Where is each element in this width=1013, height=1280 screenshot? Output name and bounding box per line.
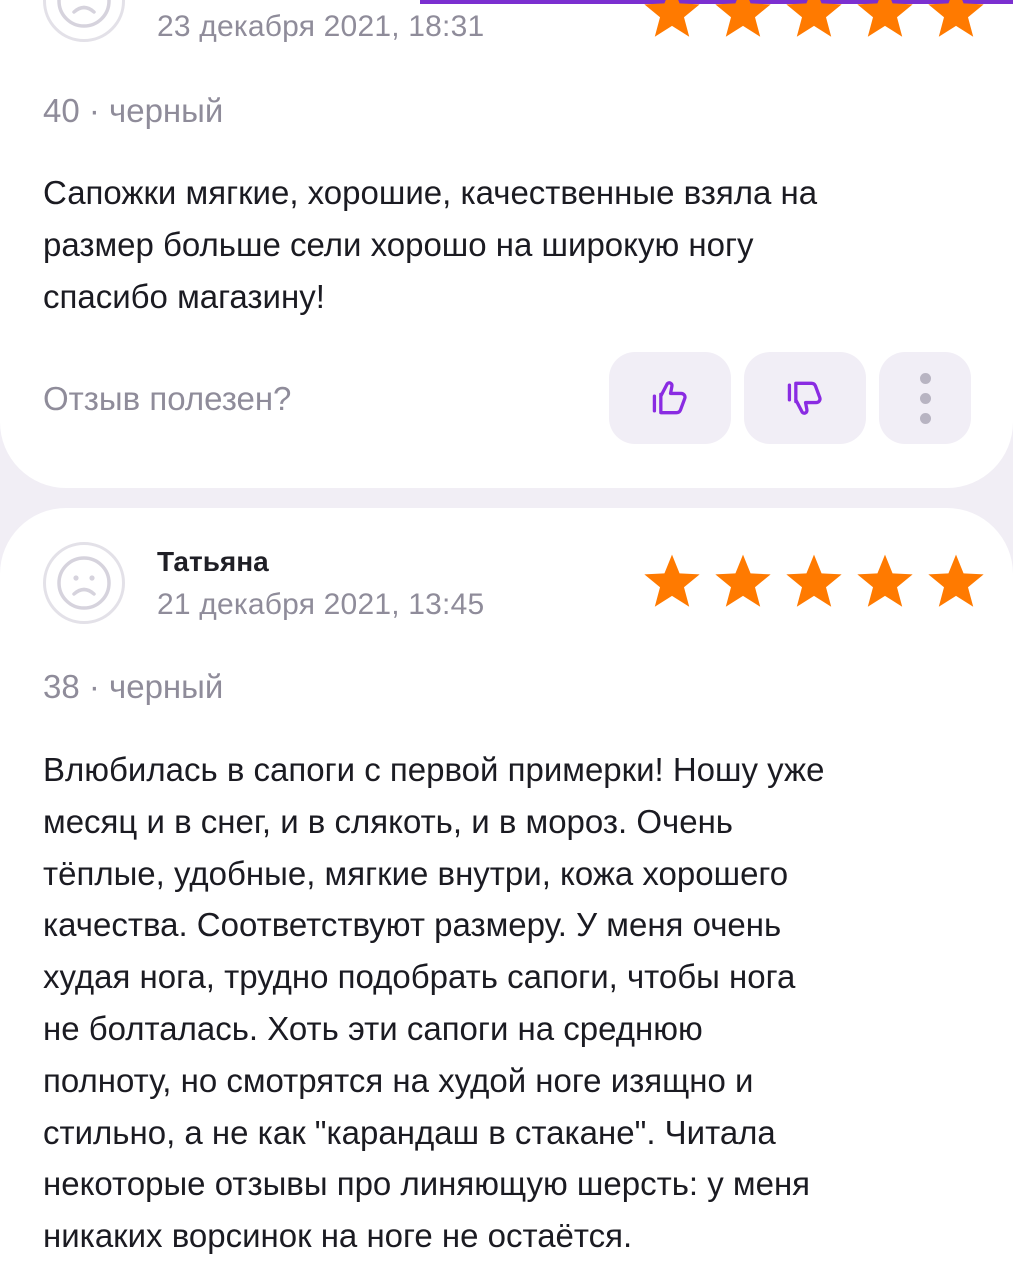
review-text-line: полноту, но смотрятся на худой ноге изящ… [43,1061,754,1099]
star-icon [715,0,771,37]
thumbs-down-icon [787,381,822,415]
rating-stars [640,552,988,612]
reviews-page: 23 декабря 2021, 18:31 40 · черный Сапож… [0,0,1013,1280]
review-text-line: некоторые отзывы про линяющую шерсть: у … [43,1165,811,1203]
review-variant: 40 · черный [43,92,224,129]
more-options-button[interactable] [879,352,971,444]
review-author: Татьяна [157,546,269,577]
sad-face-icon [43,0,125,42]
review-text-line: размер больше сели хорошо на широкую ног… [43,225,754,263]
review-card: Татьяна 21 декабря 2021, 13:45 38 · черн… [0,508,1013,1280]
thumbs-up-icon [652,381,687,415]
star-icon [857,554,913,607]
star-icon [857,0,913,37]
helpful-yes-button[interactable] [609,352,731,444]
review-text-line: Влюбилась в сапоги с первой примерки! Но… [43,751,825,788]
review-text-line: худая нога, трудно подобрать сапоги, что… [43,958,796,996]
more-vertical-icon [919,372,931,424]
star-icon [928,0,984,37]
helpful-question: Отзыв полезен? [43,380,292,417]
sad-face-icon [43,542,125,624]
star-icon [928,554,984,607]
star-icon [786,554,842,607]
review-card: 23 декабря 2021, 18:31 40 · черный Сапож… [0,0,1013,488]
review-date: 23 декабря 2021, 18:31 [157,10,485,43]
review-text-line: месяц и в снег, и в слякоть, и в мороз. … [43,802,733,840]
review-variant: 38 · черный [43,668,224,705]
review-text-line: никаких ворсинок на ноге не остаётся. [43,1217,633,1255]
review-date: 21 декабря 2021, 13:45 [157,588,485,621]
review-text-line: не болталась. Хоть эти сапоги на среднюю [43,1009,703,1047]
review-text-line: стильно, а не как "карандаш в стакане". … [43,1113,776,1151]
star-icon [644,0,700,37]
review-text-line: Сапожки мягкие, хорошие, качественные вз… [43,174,818,211]
review-text: Влюбилась в сапоги с первой примерки! Но… [43,744,983,1262]
helpful-no-button[interactable] [744,352,866,444]
star-icon [715,554,771,607]
review-text-line: качества. Соответствуют размеру. У меня … [43,906,782,944]
rating-stars [640,0,988,42]
review-text: Сапожки мягкие, хорошие, качественные вз… [43,167,983,322]
star-icon [786,0,842,37]
review-text-line: спасибо магазину! [43,277,325,315]
star-icon [644,554,700,607]
review-text-line: тёплые, удобные, мягкие внутри, кожа хор… [43,854,789,892]
